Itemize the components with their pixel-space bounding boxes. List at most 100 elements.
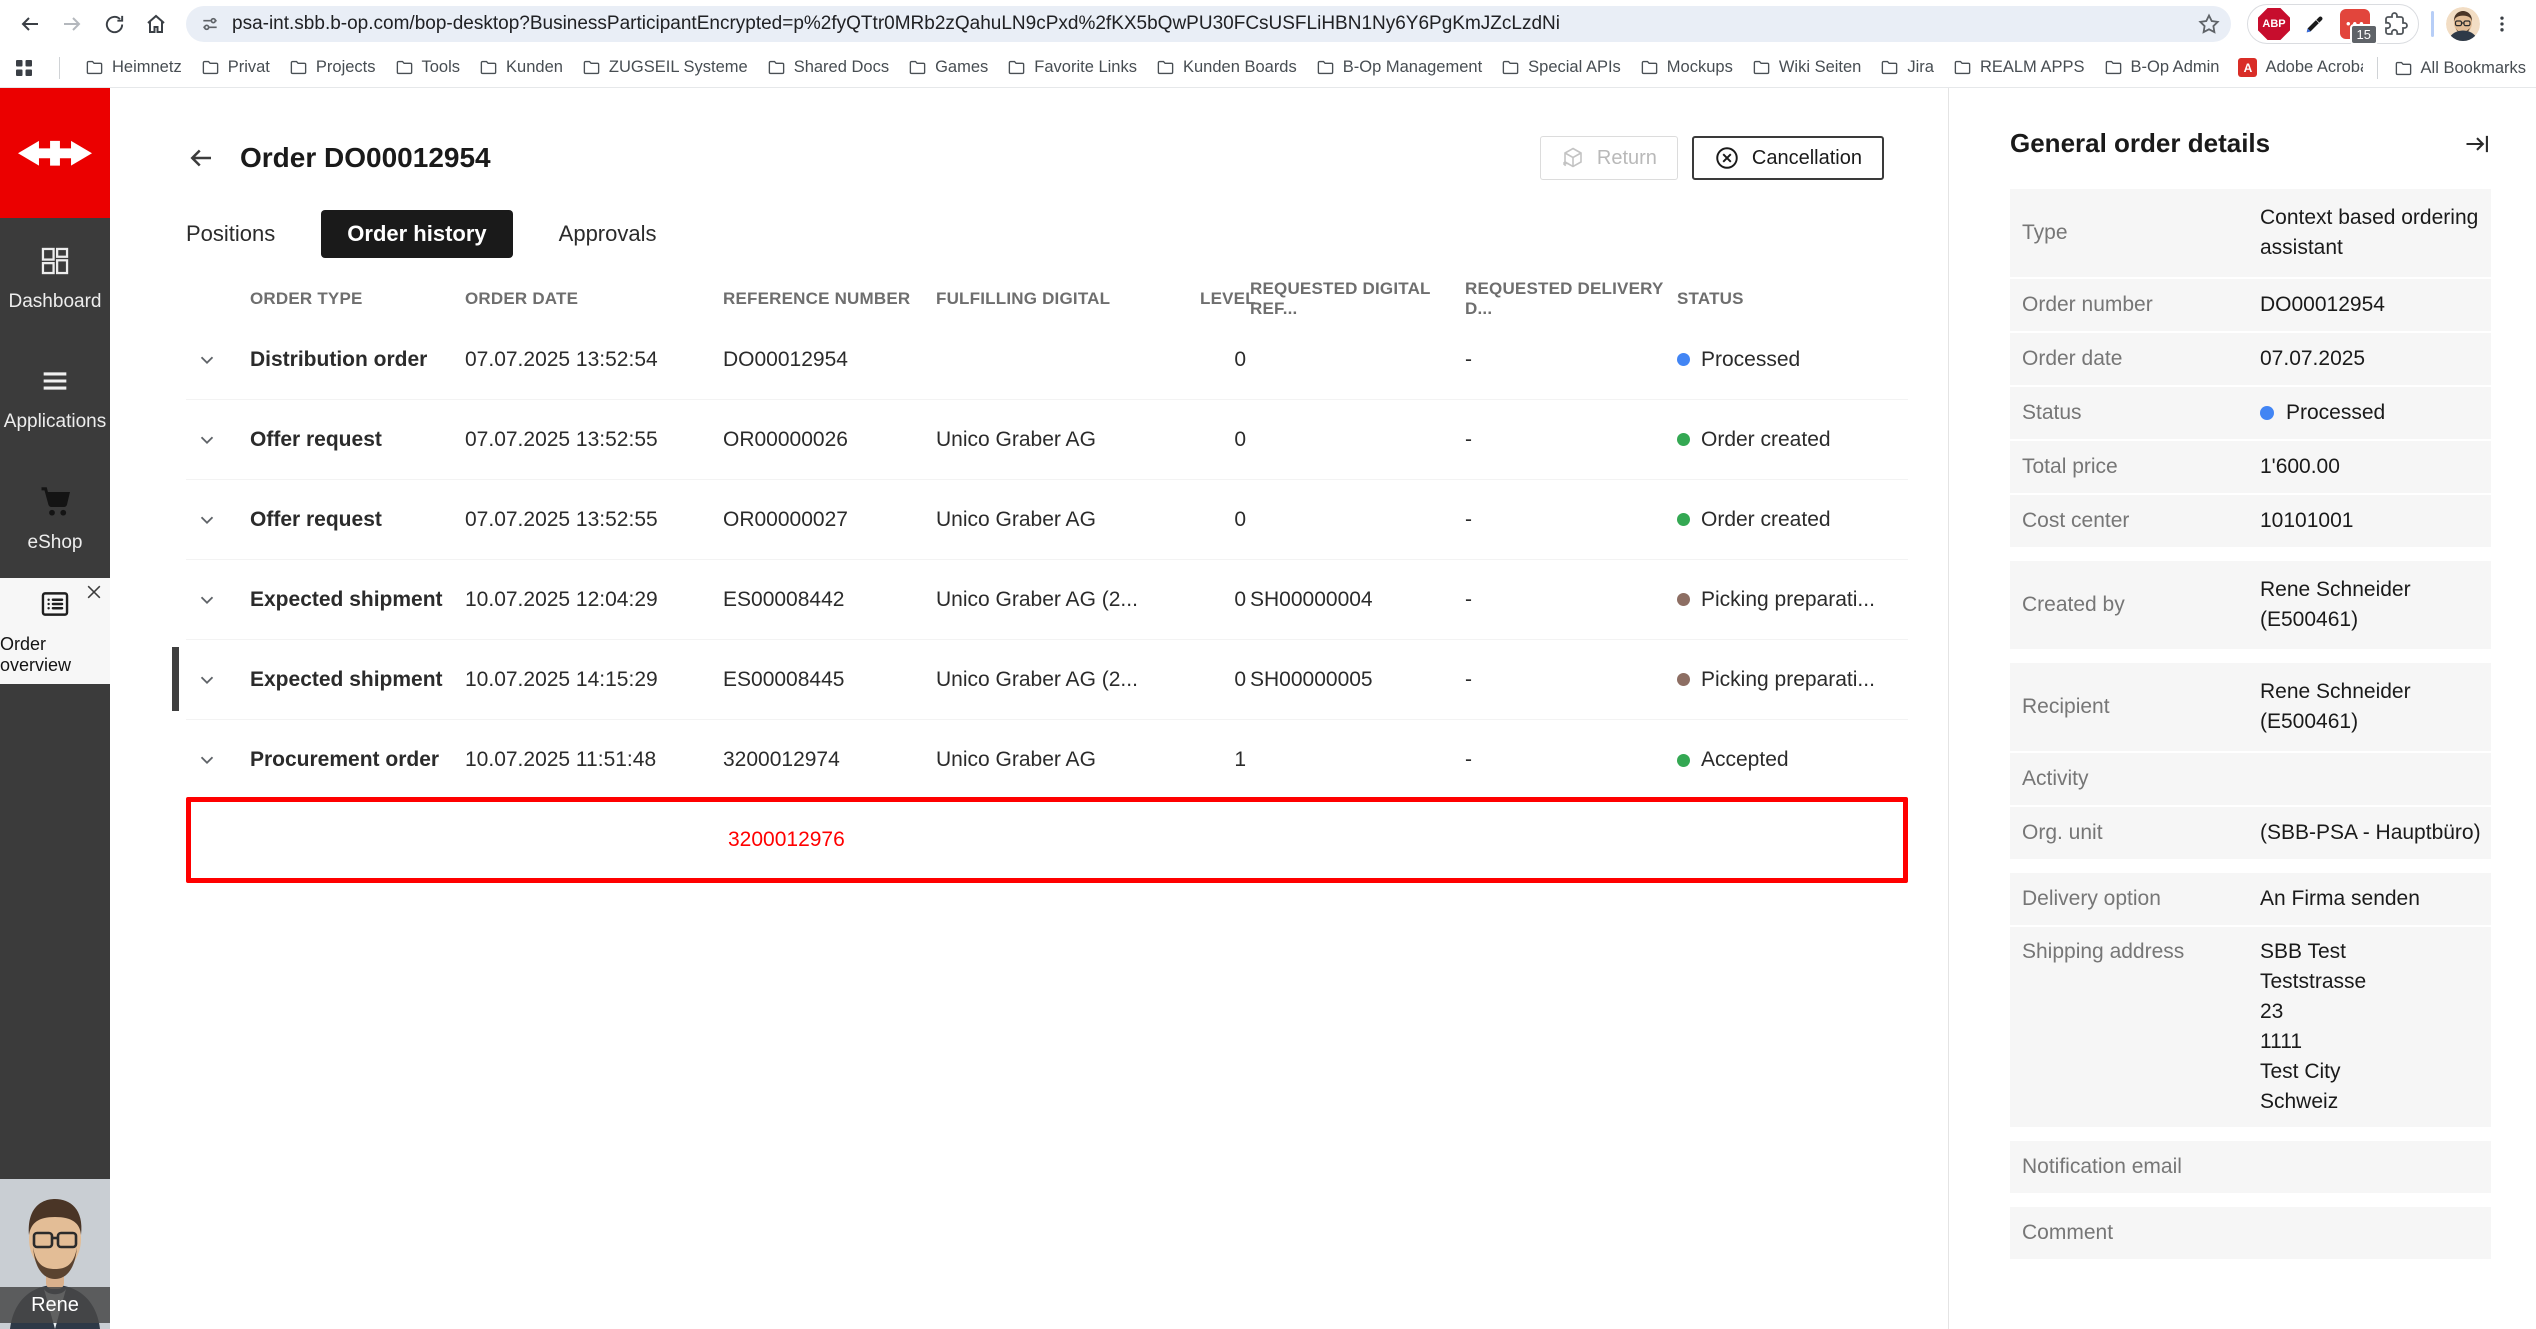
detail-value: 07.07.2025 — [2260, 344, 2483, 374]
table-row[interactable]: Procurement order 10.07.2025 11:51:48 32… — [186, 720, 1908, 800]
detail-label: Cost center — [2022, 506, 2260, 536]
profile-avatar[interactable] — [2446, 7, 2480, 41]
table-header: ORDER TYPE ORDER DATE REFERENCE NUMBER F… — [186, 278, 1908, 320]
extensions-puzzle-icon[interactable] — [2384, 12, 2408, 36]
detail-label: Org. unit — [2022, 818, 2260, 848]
sbb-logo[interactable] — [0, 88, 110, 218]
user-avatar[interactable]: Rene — [0, 1179, 110, 1329]
bookmark-label: Special APIs — [1528, 58, 1621, 77]
bookmark-folder[interactable]: B-Op Admin — [2104, 58, 2220, 77]
back-arrow-icon[interactable] — [186, 143, 216, 173]
sidebar-item-eshop[interactable]: eShop — [0, 458, 110, 578]
cell-order-date: 07.07.2025 13:52:55 — [465, 508, 723, 532]
detail-label: Shipping address — [2022, 937, 2260, 967]
apps-grid-icon[interactable] — [14, 58, 34, 78]
cell-requested-digital-ref: SH00000004 — [1250, 588, 1465, 612]
sidebar-item-order-overview[interactable]: Order overview — [0, 578, 110, 684]
bookmark-folder[interactable]: Favorite Links — [1007, 58, 1137, 77]
address-bar[interactable]: psa-int.sbb.b-op.com/bop-desktop?Busines… — [186, 6, 2231, 42]
detail-value: Rene Schneider (E500461) — [2260, 677, 2483, 737]
bookmark-folder[interactable]: Tools — [395, 58, 461, 77]
tab-order-history[interactable]: Order history — [321, 210, 512, 258]
detail-row-comment: Comment — [2010, 1207, 2491, 1259]
bookmark-folder[interactable]: Shared Docs — [767, 58, 889, 77]
bookmark-label: B-Op Admin — [2131, 58, 2220, 77]
bookmark-acrobat[interactable]: A Adobe Acrobat — [2238, 58, 2373, 77]
folder-icon — [2394, 59, 2413, 78]
cancellation-button[interactable]: Cancellation — [1692, 136, 1884, 180]
bookmark-folder[interactable]: Privat — [201, 58, 270, 77]
menu-kebab-icon[interactable] — [2482, 4, 2522, 44]
bookmark-label: Adobe Acrobat — [2265, 58, 2373, 77]
refresh-icon[interactable] — [94, 4, 134, 44]
chevron-down-icon[interactable] — [186, 589, 250, 611]
bookmark-folder[interactable]: Games — [908, 58, 988, 77]
return-button[interactable]: Return — [1540, 136, 1678, 180]
bookmark-folder[interactable]: Kunden — [479, 58, 563, 77]
detail-value: Context based ordering assistant — [2260, 203, 2483, 263]
url-text[interactable]: psa-int.sbb.b-op.com/bop-desktop?Busines… — [232, 13, 2187, 35]
cell-level: 0 — [1200, 588, 1250, 612]
cell-requested-delivery: - — [1465, 508, 1677, 532]
cell-fulfilling-digital: Unico Graber AG — [936, 748, 1200, 772]
status-dot — [1677, 754, 1690, 767]
extension-badge-icon[interactable]: ••• 15 — [2340, 9, 2370, 39]
bookmark-label: Kunden — [506, 58, 563, 77]
table-row-selected[interactable]: Expected shipment 10.07.2025 14:15:29 ES… — [186, 640, 1908, 720]
bookmark-folder[interactable]: ZUGSEIL Systeme — [582, 58, 748, 77]
detail-row-delivery-option: Delivery option An Firma senden — [2010, 873, 2491, 925]
forward-icon[interactable] — [52, 4, 92, 44]
bookmark-folder[interactable]: B-Op Management — [1316, 58, 1482, 77]
status-label: Picking preparati... — [1701, 588, 1875, 612]
all-bookmarks[interactable]: All Bookmarks — [2394, 59, 2526, 78]
tab-positions[interactable]: Positions — [186, 210, 275, 258]
cell-fulfilling-digital: Unico Graber AG — [936, 428, 1200, 452]
detail-value: (SBB-PSA - Hauptbüro) — [2260, 818, 2483, 848]
chevron-down-icon[interactable] — [186, 669, 250, 691]
chevron-down-icon[interactable] — [186, 509, 250, 531]
table-row[interactable]: Offer request 07.07.2025 13:52:55 OR0000… — [186, 400, 1908, 480]
bookmark-folder[interactable]: Heimnetz — [85, 58, 182, 77]
cell-status: Picking preparati... — [1677, 588, 1908, 612]
bookmark-folder[interactable]: Mockups — [1640, 58, 1733, 77]
bookmark-folder[interactable]: Special APIs — [1501, 58, 1621, 77]
cell-order-date: 10.07.2025 12:04:29 — [465, 588, 723, 612]
cell-order-type: Expected shipment — [250, 588, 465, 612]
site-info-icon[interactable] — [200, 14, 220, 34]
chevron-down-icon[interactable] — [186, 749, 250, 771]
collapse-panel-icon[interactable] — [2463, 130, 2491, 158]
bookmark-label: B-Op Management — [1343, 58, 1482, 77]
column-header: ORDER TYPE — [250, 289, 465, 309]
folder-icon — [1007, 58, 1026, 77]
home-icon[interactable] — [136, 4, 176, 44]
detail-row-status: Status Processed — [2010, 387, 2491, 439]
bookmark-folder[interactable]: Jira — [1880, 58, 1934, 77]
bookmark-folder[interactable]: Projects — [289, 58, 376, 77]
bookmark-folder[interactable]: Wiki Seiten — [1752, 58, 1862, 77]
sidebar-item-applications[interactable]: Applications — [0, 338, 110, 458]
folder-icon — [1156, 58, 1175, 77]
detail-label: Delivery option — [2022, 884, 2260, 914]
acrobat-icon: A — [2238, 58, 2257, 77]
table-row[interactable]: Expected shipment 10.07.2025 12:04:29 ES… — [186, 560, 1908, 640]
chevron-down-icon[interactable] — [186, 429, 250, 451]
folder-icon — [85, 58, 104, 77]
folder-icon — [582, 58, 601, 77]
tab-approvals[interactable]: Approvals — [559, 210, 657, 258]
bookmark-star-icon[interactable] — [2197, 12, 2221, 36]
close-icon[interactable] — [84, 582, 104, 602]
bookmark-folder[interactable]: Kunden Boards — [1156, 58, 1297, 77]
detail-value: 1'600.00 — [2260, 452, 2483, 482]
bookmark-label: Privat — [228, 58, 270, 77]
table-row[interactable]: Offer request 07.07.2025 13:52:55 OR0000… — [186, 480, 1908, 560]
eyedropper-icon[interactable] — [2304, 13, 2326, 35]
detail-value: Rene Schneider (E500461) — [2260, 575, 2483, 635]
cell-fulfilling-digital: Unico Graber AG (2... — [936, 588, 1200, 612]
table-row[interactable]: Distribution order 07.07.2025 13:52:54 D… — [186, 320, 1908, 400]
adblock-icon[interactable]: ABP — [2258, 8, 2290, 40]
bookmark-folder[interactable]: REALM APPS — [1953, 58, 2085, 77]
back-icon[interactable] — [10, 4, 50, 44]
cell-fulfilling-digital: Unico Graber AG — [936, 508, 1200, 532]
sidebar-item-dashboard[interactable]: Dashboard — [0, 218, 110, 338]
chevron-down-icon[interactable] — [186, 349, 250, 371]
